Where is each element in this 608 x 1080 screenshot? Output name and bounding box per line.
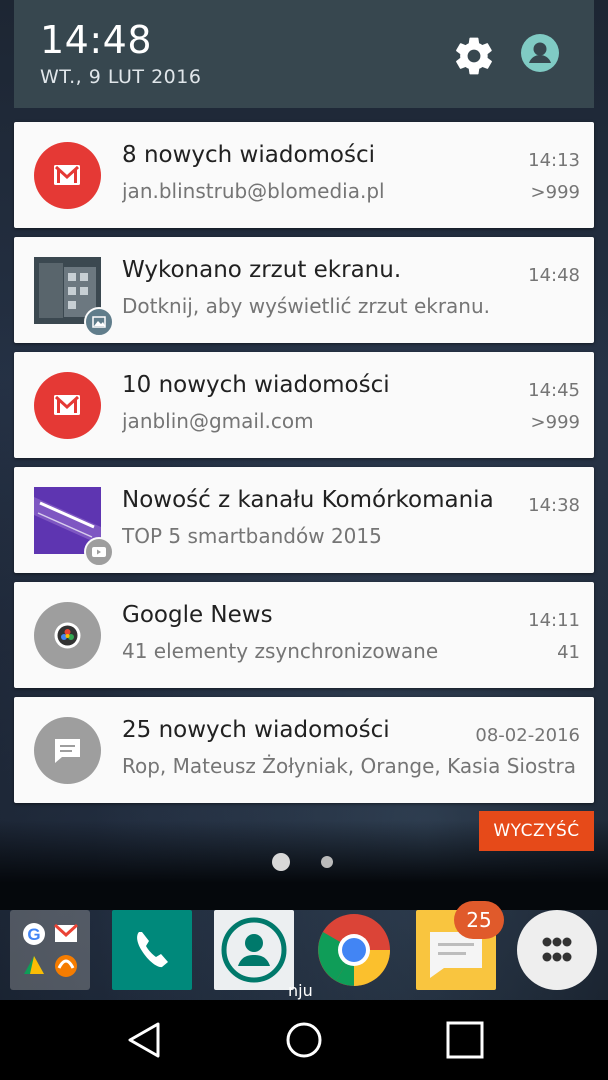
- clear-all-button[interactable]: WYCZYŚĆ: [479, 811, 594, 851]
- notification-count: 41: [557, 642, 580, 663]
- notification-title: 25 nowych wiadomości: [122, 717, 390, 743]
- notification-subtitle: TOP 5 smartbandów 2015: [122, 524, 382, 548]
- phone-app[interactable]: [112, 910, 192, 990]
- svg-text:G: G: [27, 925, 40, 944]
- contacts-icon: [221, 917, 287, 983]
- chrome-icon: [318, 914, 390, 986]
- notification-subtitle: 41 elementy zsynchronizowane: [122, 639, 439, 663]
- notification-title: Google News: [122, 602, 273, 628]
- notification-subtitle: Dotknij, aby wyświetlić zrzut ekranu.: [122, 294, 491, 318]
- chrome-app[interactable]: [314, 910, 394, 990]
- notification-subtitle: Rop, Mateusz Żołyniak, Orange, Kasia Sio…: [122, 754, 576, 778]
- notification-youtube[interactable]: Nowość z kanału Komórkomania TOP 5 smart…: [14, 467, 594, 573]
- notification-time: 14:48: [528, 265, 580, 286]
- date[interactable]: WT., 9 LUT 2016: [40, 66, 201, 88]
- gmail-icon: [34, 142, 101, 209]
- notification-count: >999: [530, 412, 580, 433]
- clock[interactable]: 14:48: [40, 18, 152, 62]
- notification-gmail-personal[interactable]: 10 nowych wiadomości janblin@gmail.com 1…: [14, 352, 594, 458]
- messages-icon: [34, 717, 101, 784]
- notification-time: 14:11: [528, 610, 580, 631]
- carrier-label: nju: [288, 981, 313, 1000]
- notification-time: 14:38: [528, 495, 580, 516]
- notification-time: 08-02-2016: [475, 725, 580, 746]
- folder-apps-icon: G: [23, 923, 79, 977]
- notification-time: 14:45: [528, 380, 580, 401]
- notification-screenshot[interactable]: Wykonano zrzut ekranu. Dotknij, aby wyśw…: [14, 237, 594, 343]
- notification-title: 8 nowych wiadomości: [122, 142, 376, 168]
- status-header: 14:48 WT., 9 LUT 2016: [14, 0, 594, 108]
- notification-google-news[interactable]: Google News 41 elementy zsynchronizowane…: [14, 582, 594, 688]
- notification-subtitle: jan.blinstrub@blomedia.pl: [122, 179, 385, 203]
- unread-badge: 25: [454, 901, 504, 939]
- contacts-app[interactable]: [214, 910, 294, 990]
- page-indicator-dot: [321, 856, 333, 868]
- person-icon: [529, 42, 551, 63]
- google-news-icon: [34, 602, 101, 669]
- phone-icon: [137, 932, 168, 968]
- settings-gear-icon[interactable]: [452, 34, 496, 78]
- notification-time: 14:13: [528, 150, 580, 171]
- app-drawer-icon: [542, 937, 572, 962]
- gmail-icon: [34, 372, 101, 439]
- google-apps-folder[interactable]: G: [10, 910, 90, 990]
- notification-count: >999: [530, 182, 580, 203]
- home-icon[interactable]: [282, 1018, 326, 1062]
- back-icon[interactable]: [122, 1018, 166, 1062]
- page-indicator-dot-active: [272, 853, 290, 871]
- notification-title: Wykonano zrzut ekranu.: [122, 257, 402, 283]
- image-badge-icon: [84, 307, 114, 337]
- user-account-button[interactable]: [521, 34, 559, 72]
- youtube-badge-icon: [84, 537, 114, 567]
- notification-title: Nowość z kanału Komórkomania: [122, 487, 494, 513]
- notification-messages[interactable]: 25 nowych wiadomości Rop, Mateusz Żołyni…: [14, 697, 594, 803]
- notification-gmail-work[interactable]: 8 nowych wiadomości jan.blinstrub@blomed…: [14, 122, 594, 228]
- notification-title: 10 nowych wiadomości: [122, 372, 390, 398]
- app-drawer-button[interactable]: [517, 910, 597, 990]
- recents-icon[interactable]: [443, 1018, 487, 1062]
- notification-subtitle: janblin@gmail.com: [122, 409, 314, 433]
